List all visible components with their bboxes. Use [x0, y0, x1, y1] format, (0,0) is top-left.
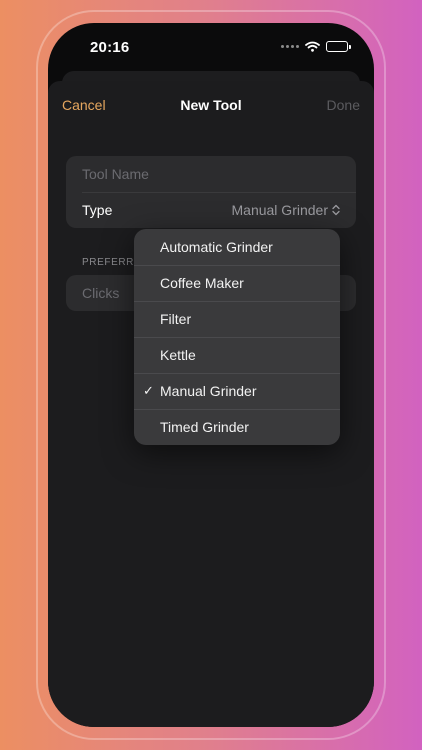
menu-item-timed-grinder[interactable]: Timed Grinder — [134, 409, 340, 445]
menu-item-label: Kettle — [160, 347, 196, 363]
type-label: Type — [82, 202, 113, 218]
menu-item-filter[interactable]: Filter — [134, 301, 340, 337]
clicks-placeholder: Clicks — [82, 285, 120, 301]
preferred-section-header: PREFERRE — [82, 257, 142, 268]
status-time: 20:16 — [90, 39, 130, 56]
type-picker[interactable]: Manual Grinder — [232, 202, 341, 218]
menu-item-coffee-maker[interactable]: Coffee Maker — [134, 265, 340, 301]
menu-item-label: Coffee Maker — [160, 275, 244, 291]
done-button[interactable]: Done — [327, 97, 360, 113]
phone-screen: 20:16 Cancel New Tool Done Tool Name Typ… — [48, 23, 374, 727]
type-value: Manual Grinder — [231, 202, 329, 218]
type-dropdown-menu: Automatic Grinder Coffee Maker Filter Ke… — [134, 229, 340, 445]
menu-item-label: Timed Grinder — [160, 419, 249, 435]
status-bar: 20:16 — [48, 23, 374, 73]
cellular-signal-icon — [281, 45, 299, 48]
checkmark-icon: ✓ — [143, 383, 154, 398]
menu-item-label: Manual Grinder — [160, 383, 257, 399]
wifi-icon — [305, 41, 320, 52]
type-picker-row[interactable]: Type Manual Grinder — [66, 192, 356, 228]
menu-item-kettle[interactable]: Kettle — [134, 337, 340, 373]
battery-icon — [326, 41, 351, 52]
tool-name-field[interactable]: Tool Name — [66, 156, 356, 192]
menu-item-manual-grinder[interactable]: ✓ Manual Grinder — [134, 373, 340, 409]
chevron-up-down-icon — [332, 204, 340, 216]
navigation-bar: Cancel New Tool Done — [48, 81, 374, 127]
menu-item-automatic-grinder[interactable]: Automatic Grinder — [134, 229, 340, 265]
tool-name-placeholder: Tool Name — [82, 166, 149, 182]
tool-details-group: Tool Name Type Manual Grinder — [66, 156, 356, 228]
status-icons — [281, 41, 351, 52]
menu-item-label: Automatic Grinder — [160, 239, 273, 255]
menu-item-label: Filter — [160, 311, 192, 327]
page-title: New Tool — [180, 97, 242, 113]
